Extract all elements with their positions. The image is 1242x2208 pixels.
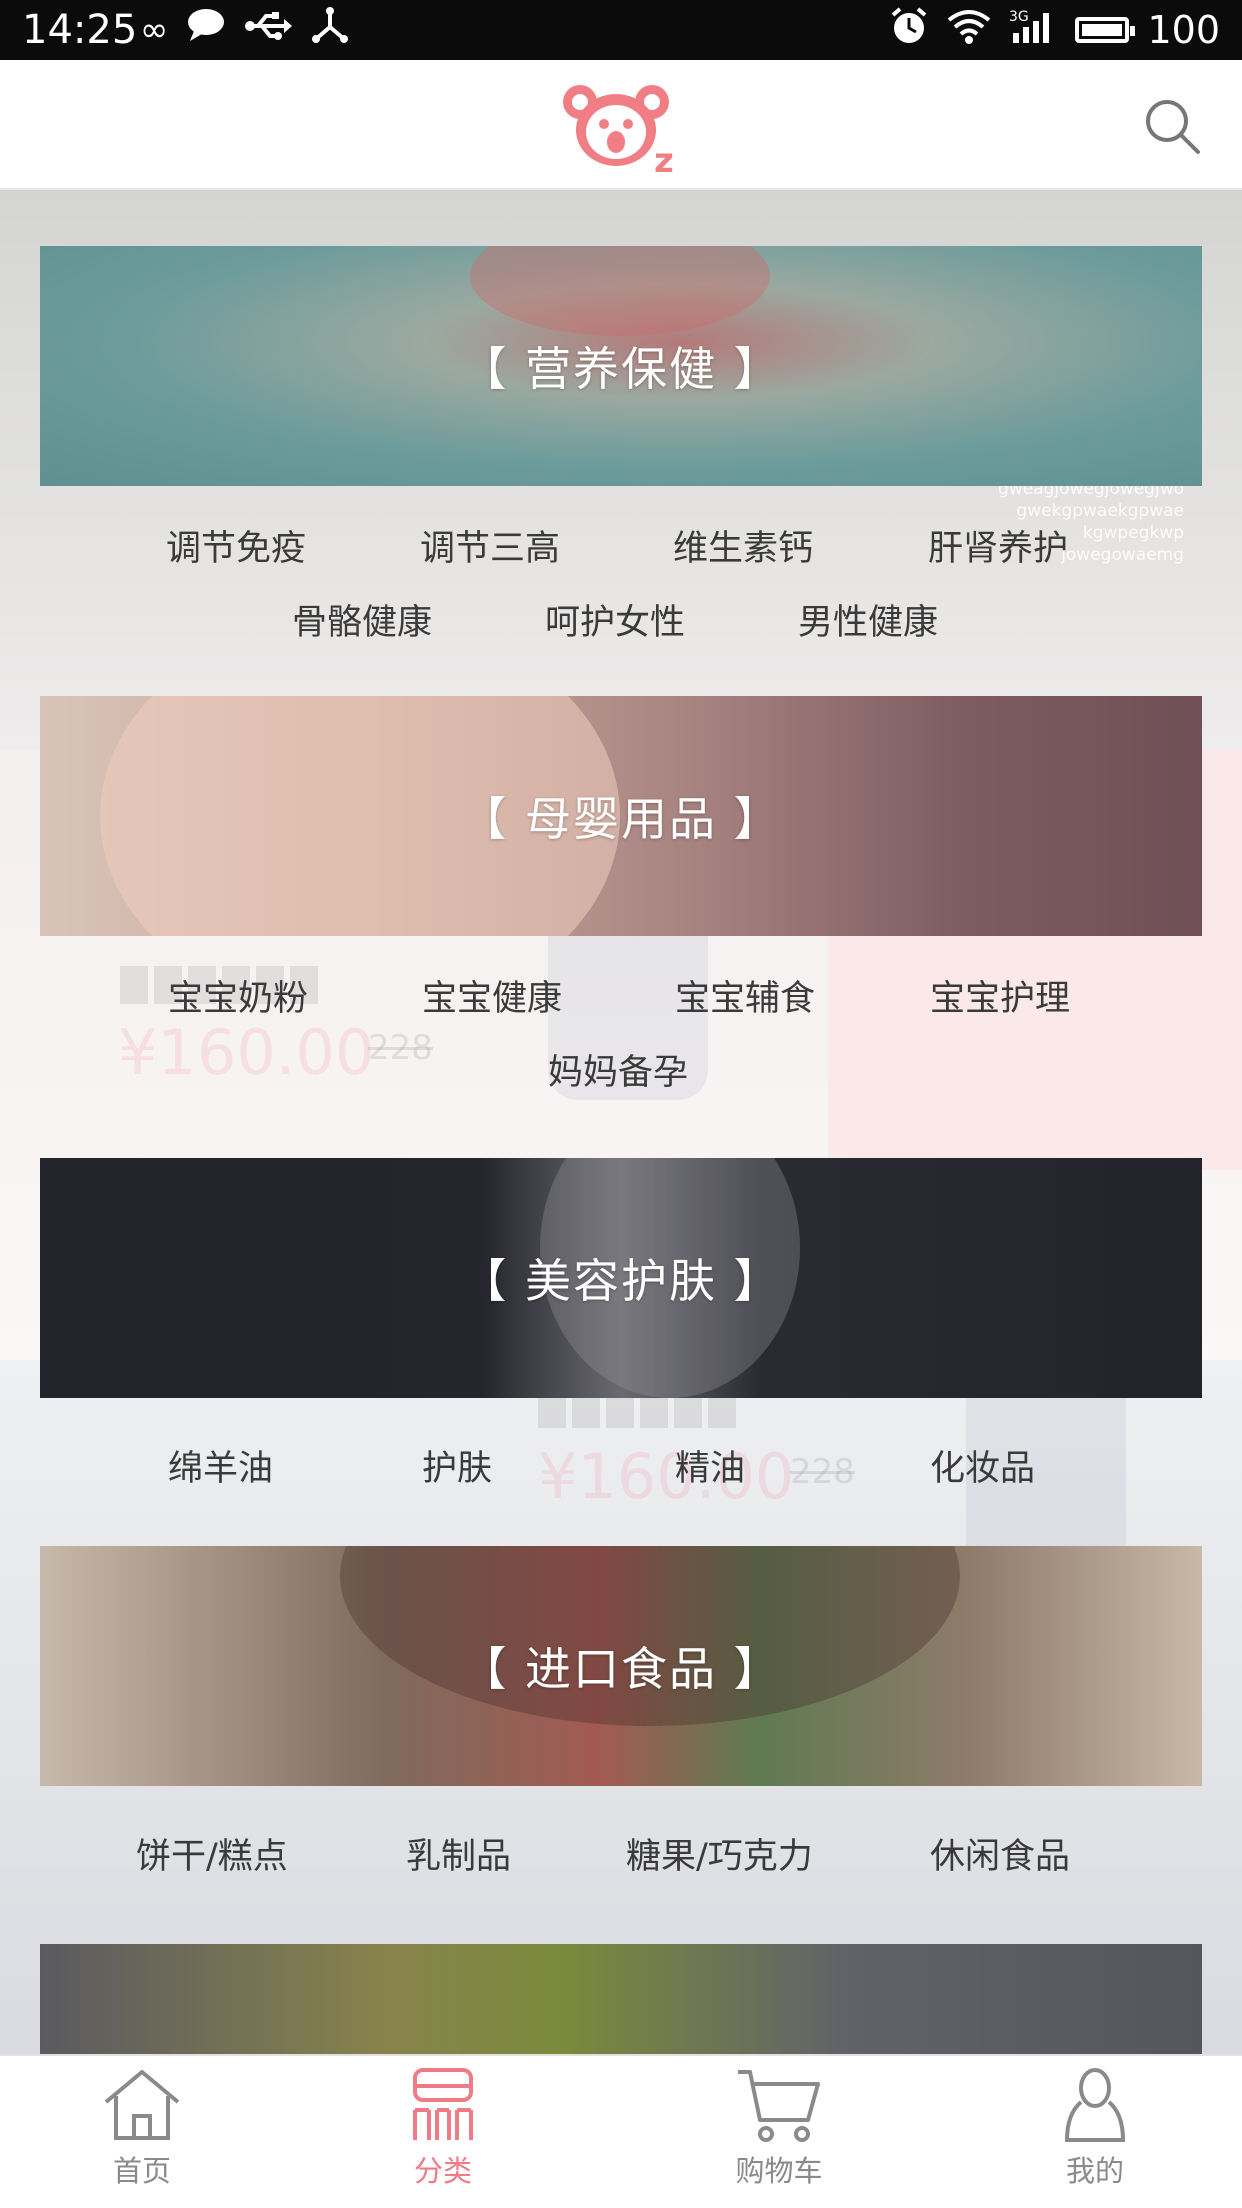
category-banner-food[interactable]: 【 进口食品 】 (40, 1546, 1202, 1786)
category-item[interactable]: 精油 (675, 1440, 745, 1491)
category-item[interactable]: 糖果/巧克力 (626, 1828, 813, 1879)
category-item[interactable]: 绵羊油 (168, 1440, 273, 1491)
category-item[interactable]: 化妆品 (930, 1440, 1035, 1491)
category-item[interactable]: 休闲食品 (930, 1828, 1070, 1879)
category-item[interactable]: 宝宝辅食 (675, 970, 815, 1021)
ghost-corner-line: gwekgpwaekgpwae (1016, 501, 1184, 521)
category-banner-baby[interactable]: 【 母婴用品 】 (40, 696, 1202, 936)
category-item[interactable]: 呵护女性 (545, 594, 685, 645)
tab-home[interactable]: 首页 (42, 2066, 242, 2206)
category-item[interactable]: 肝肾养护 (928, 520, 1068, 571)
signal-3g-icon: 3G (1009, 7, 1057, 54)
usb-icon (244, 8, 293, 52)
signal-label: 3G (1009, 9, 1029, 25)
battery-icon (1075, 17, 1136, 43)
tab-cart[interactable]: 购物车 (679, 2066, 879, 2206)
category-banner-beauty[interactable]: 【 美容护肤 】 (40, 1158, 1202, 1398)
infinity-icon: ∞ (140, 10, 169, 50)
category-item[interactable]: 宝宝奶粉 (168, 970, 308, 1021)
tab-label: 首页 (112, 2154, 171, 2188)
category-item[interactable]: 维生素钙 (673, 520, 813, 571)
status-time: 14:25 (22, 7, 138, 53)
category-items-baby: 宝宝奶粉 宝宝健康 宝宝辅食 宝宝护理 妈妈备孕 (40, 970, 1202, 1100)
cart-icon (738, 2070, 820, 2142)
category-items-beauty: 绵羊油 护肤 精油 化妆品 (40, 1440, 1202, 1510)
category-title: 【 进口食品 】 (460, 1642, 782, 1696)
category-items-nutrition: 调节免疫 调节三高 维生素钙 肝肾养护 骨骼健康 呵护女性 男性健康 (40, 520, 1202, 650)
category-item[interactable]: 乳制品 (406, 1828, 511, 1879)
category-icon (413, 2068, 473, 2140)
profile-icon (1064, 2068, 1126, 2142)
status-bar: 14:25 ∞ 3G 100 (0, 0, 1242, 60)
battery-level: 100 (1147, 8, 1220, 52)
category-banner-nutrition[interactable]: 【 营养保健 】 (40, 246, 1202, 486)
category-item[interactable]: 调节免疫 (166, 520, 306, 571)
tab-label: 分类 (413, 2154, 472, 2188)
category-title: 【 营养保健 】 (460, 342, 782, 396)
chat-icon (186, 7, 226, 54)
category-item[interactable]: 妈妈备孕 (548, 1044, 688, 1095)
category-items-food: 饼干/糕点 乳制品 糖果/巧克力 休闲食品 (40, 1828, 1202, 1898)
app-header: z (0, 60, 1242, 190)
category-item[interactable]: 宝宝健康 (422, 970, 562, 1021)
share-icon (310, 6, 350, 54)
koala-logo[interactable]: z (562, 80, 680, 176)
bottom-tab-bar: 首页 分类 购物车 我的 (0, 2054, 1242, 2208)
search-icon[interactable] (1142, 96, 1202, 156)
category-item[interactable]: 饼干/糕点 (136, 1828, 288, 1879)
category-title: 【 母婴用品 】 (460, 792, 782, 846)
category-item[interactable]: 骨骼健康 (292, 594, 432, 645)
category-banner-next[interactable] (40, 1944, 1202, 2054)
category-item[interactable]: 男性健康 (798, 594, 938, 645)
alarm-icon (889, 6, 929, 55)
category-item[interactable]: 宝宝护理 (930, 970, 1070, 1021)
status-system-icons: 3G 100 (889, 6, 1220, 54)
category-item[interactable]: 护肤 (422, 1440, 492, 1491)
wifi-icon (947, 8, 991, 53)
status-notification-icons: ∞ (140, 6, 350, 54)
tab-profile[interactable]: 我的 (995, 2066, 1195, 2206)
tab-category[interactable]: 分类 (343, 2066, 543, 2206)
category-title: 【 美容护肤 】 (460, 1254, 782, 1308)
category-item[interactable]: 调节三高 (420, 520, 560, 571)
logo-letter: z (654, 141, 674, 176)
tab-label: 购物车 (735, 2154, 823, 2188)
tab-label: 我的 (1065, 2154, 1124, 2188)
home-icon (104, 2070, 180, 2140)
